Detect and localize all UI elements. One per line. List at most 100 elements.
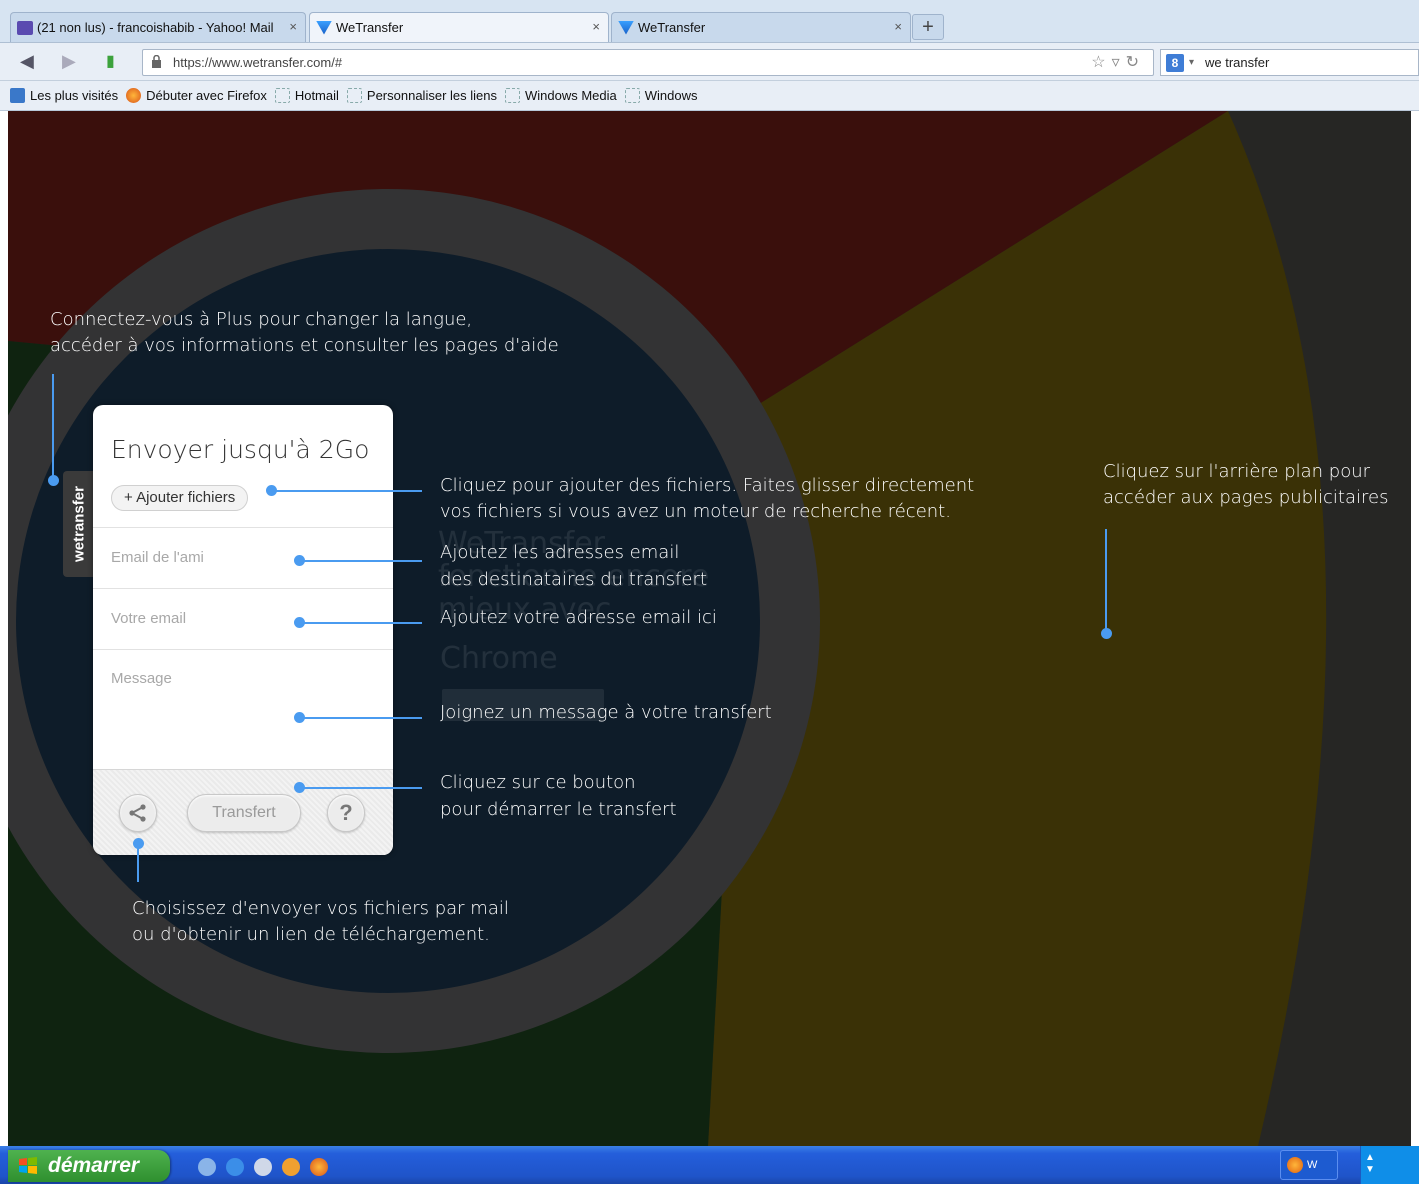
close-tab-icon[interactable]: × (289, 19, 297, 34)
tab-yahoo-mail[interactable]: (21 non lus) - francoishabib - Yahoo! Ma… (10, 12, 306, 42)
url-bar[interactable]: https://www.wetransfer.com/# ☆▿↻ (142, 49, 1154, 76)
tab-bar: (21 non lus) - francoishabib - Yahoo! Ma… (0, 0, 1419, 43)
history-dropdown-icon[interactable]: ▿ (1112, 54, 1126, 71)
annotation-connector (1105, 529, 1107, 629)
annotation-connector (300, 787, 422, 789)
annotation-recipients-line1: Ajoutez les adresses email (440, 542, 680, 563)
windows-flag-icon (19, 1157, 37, 1174)
search-query: we transfer (1205, 55, 1270, 70)
url-text: https://www.wetransfer.com/# (173, 55, 343, 70)
annotation-background-line2: accéder aux pages publicitaires (1103, 487, 1389, 508)
annotation-message: Joignez un message à votre transfert (440, 702, 772, 723)
bookmark-getting-started[interactable]: Débuter avec Firefox (126, 88, 267, 103)
new-tab-button[interactable]: + (912, 14, 944, 40)
tab-wetransfer-active[interactable]: WeTransfer × (309, 12, 609, 42)
bookmark-label: Hotmail (294, 88, 339, 103)
message-placeholder: Message (111, 670, 172, 687)
transfer-button[interactable]: Transfert (187, 794, 301, 832)
reload-icon[interactable]: ↻ (1126, 54, 1145, 71)
bookmark-windows-media[interactable]: Windows Media (504, 88, 617, 103)
page-background[interactable]: WeTransfer fonctionne encore mieux avec … (8, 111, 1411, 1146)
most-visited-icon (10, 88, 25, 103)
firefox-icon (126, 88, 142, 103)
tab-label: (21 non lus) - francoishabib - Yahoo! Ma… (37, 20, 274, 35)
your-email-field[interactable]: Votre email (93, 588, 393, 649)
annotation-your-email: Ajoutez votre adresse email ici (440, 607, 717, 628)
tab-wetransfer[interactable]: WeTransfer × (611, 12, 911, 42)
media-player-icon[interactable] (254, 1158, 272, 1176)
page-icon (274, 88, 290, 103)
annotation-dot (1101, 628, 1112, 639)
bookmark-label: Windows Media (524, 88, 617, 103)
annotation-add-files-line1: Cliquez pour ajouter des fichiers. Faite… (440, 475, 975, 496)
media-center-icon[interactable] (282, 1158, 300, 1176)
help-button[interactable]: ? (327, 794, 365, 832)
wetransfer-favicon-icon (618, 20, 634, 35)
page-icon (624, 88, 640, 103)
signal-icon: ▮ (106, 53, 115, 70)
annotation-share-line1: Choisissez d'envoyer vos fichiers par ma… (132, 898, 509, 919)
bookmark-label: Personnaliser les liens (366, 88, 497, 103)
close-tab-icon[interactable]: × (894, 19, 902, 34)
page-icon (346, 88, 362, 103)
start-button[interactable]: démarrer (8, 1150, 170, 1182)
your-email-placeholder: Votre email (111, 610, 187, 627)
back-icon[interactable]: ◀ (20, 51, 34, 72)
taskbar-firefox-window[interactable]: W (1280, 1150, 1338, 1180)
annotation-connector (52, 374, 54, 477)
annotation-connector (272, 490, 422, 492)
bookmark-label: Débuter avec Firefox (146, 88, 267, 103)
tray-expand-icon[interactable]: ▲ ▼ (1365, 1152, 1375, 1176)
forward-icon[interactable]: ▶ (62, 51, 76, 72)
annotation-transfer-line2: pour démarrer le transfert (440, 799, 677, 820)
annotation-connector (300, 717, 422, 719)
share-button[interactable] (119, 794, 157, 832)
firefox-icon[interactable] (310, 1158, 328, 1176)
close-tab-icon[interactable]: × (592, 19, 600, 34)
friend-email-placeholder: Email de l'ami (111, 549, 204, 566)
annotation-background-line1: Cliquez sur l'arrière plan pour (1103, 461, 1371, 482)
search-engine-icon[interactable]: 8 (1166, 54, 1184, 72)
annotation-connector (137, 844, 139, 882)
bookmark-label: Windows (644, 88, 698, 103)
wetransfer-logo: wetransfer (70, 486, 88, 562)
annotation-dot (48, 475, 59, 486)
ad-text-line: Chrome (440, 641, 558, 676)
annotation-connector (300, 622, 422, 624)
mail-icon (17, 20, 33, 35)
tab-label: WeTransfer (638, 20, 706, 35)
bookmark-windows[interactable]: Windows (624, 88, 698, 103)
annotation-login-line1: Connectez-vous à Plus pour changer la la… (50, 309, 473, 330)
annotation-add-files-line2: vos fichiers si vous avez un moteur de r… (440, 501, 951, 522)
taskbar: démarrer W ▲ ▼ (0, 1146, 1419, 1184)
share-icon (129, 804, 146, 822)
lock-icon (152, 55, 161, 68)
message-field[interactable]: Message (93, 649, 393, 769)
annotation-login-line2: accéder à vos informations et consulter … (50, 335, 559, 356)
annotation-share-line2: ou d'obtenir un lien de téléchargement. (132, 924, 490, 945)
add-files-button[interactable]: + Ajouter fichiers (111, 485, 249, 511)
page-icon (504, 88, 520, 103)
bookmark-hotmail[interactable]: Hotmail (274, 88, 339, 103)
search-bar[interactable]: 8 ▾ we transfer (1160, 49, 1419, 76)
system-tray: ▲ ▼ (1360, 1146, 1419, 1184)
tab-label: WeTransfer (336, 20, 404, 35)
panel-title: Envoyer jusqu'à 2Go (111, 435, 370, 464)
wetransfer-side-tab[interactable]: wetransfer (63, 471, 93, 577)
taskbar-window-label: W (1307, 1159, 1318, 1171)
start-label: démarrer (48, 1154, 140, 1177)
firefox-icon (1287, 1157, 1303, 1173)
desktop-icon[interactable] (198, 1158, 216, 1176)
annotation-transfer-line1: Cliquez sur ce bouton (440, 772, 636, 793)
navigation-bar: ◀ ▶ ▮ https://www.wetransfer.com/# ☆▿↻ 8… (0, 43, 1419, 81)
bookmarks-bar: Les plus visités Débuter avec Firefox Ho… (0, 81, 1419, 111)
search-engine-dropdown-icon[interactable]: ▾ (1189, 50, 1194, 75)
bookmark-most-visited[interactable]: Les plus visités (10, 88, 118, 103)
annotation-connector (300, 560, 422, 562)
wetransfer-favicon-icon (316, 20, 332, 35)
friend-email-field[interactable]: Email de l'ami (93, 527, 393, 588)
annotation-recipients-line2: des destinataires du transfert (440, 569, 707, 590)
bookmark-customize-links[interactable]: Personnaliser les liens (346, 88, 497, 103)
internet-explorer-icon[interactable] (226, 1158, 244, 1176)
bookmark-star-icon[interactable]: ☆ (1091, 54, 1111, 71)
